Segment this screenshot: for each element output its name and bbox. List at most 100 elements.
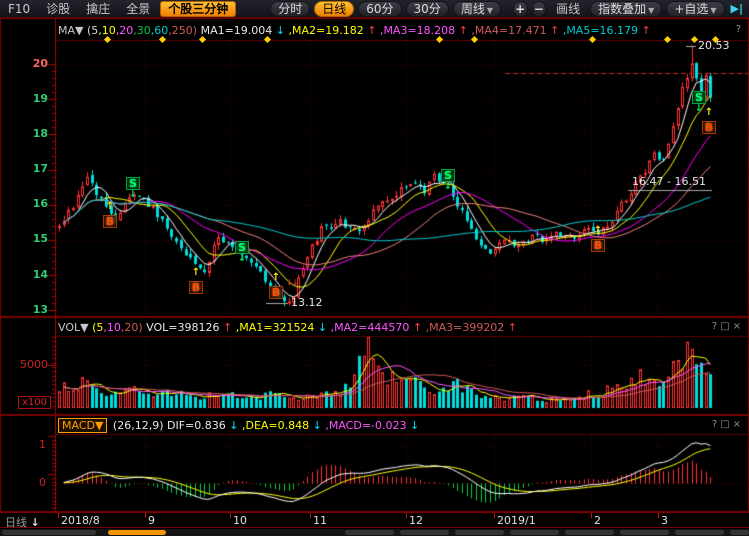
close-icon[interactable]: ×: [733, 321, 744, 332]
vol-indicator-header[interactable]: VOL▼ (5,10,20) VOL=398126 ↑ ,MA1=321524 …: [58, 321, 517, 335]
header-segment: ↓: [226, 419, 239, 432]
help-icon[interactable]: ?: [712, 419, 720, 430]
header-segment: DIF=0.836: [164, 419, 226, 432]
header-segment: ,MA3=18.208: [376, 24, 455, 37]
maximize-icon[interactable]: □: [720, 321, 732, 332]
date-tick: [310, 513, 311, 518]
macd-indicator-header[interactable]: MACD▼ (26,12,9) DIF=0.836 ↓ ,DEA=0.848 ↓…: [58, 419, 419, 433]
f10-button[interactable]: F10: [0, 2, 38, 16]
taskbar-block: [400, 530, 449, 535]
period-30min-button[interactable]: 30分: [406, 1, 449, 17]
help-icon[interactable]: ?: [712, 321, 720, 332]
stock-3min-button[interactable]: 个股三分钟: [160, 1, 236, 17]
taskbar-block: [730, 530, 749, 535]
maximize-icon[interactable]: □: [720, 419, 732, 430]
arrow-down-icon: ↓: [233, 254, 251, 264]
price-axis-label: 15: [14, 232, 48, 245]
price-axis-label: 17: [14, 162, 48, 175]
macd-axis-label: 0: [34, 476, 46, 489]
add-watchlist-button[interactable]: +自选▼: [666, 1, 724, 17]
main-price-chart[interactable]: [0, 18, 749, 317]
date-label: 2018/8: [61, 514, 100, 527]
period-indicator-label: 日线: [5, 516, 27, 529]
period-weekly-label: 周线: [461, 2, 485, 16]
header-segment: ↓: [407, 419, 420, 432]
header-segment: VOL=398126: [143, 321, 220, 334]
header-segment: ↑: [220, 321, 233, 334]
sell-marker: S↓: [233, 238, 251, 264]
arrow-up-icon: ↑: [187, 268, 205, 278]
period-daily-button[interactable]: 日线: [314, 1, 354, 17]
sell-marker: S↓: [124, 174, 142, 200]
top-toolbar: F10 诊股 擒庄 全景 个股三分钟 分时 日线 60分 30分 周线▼ + −…: [0, 0, 749, 18]
period-weekly-button[interactable]: 周线▼: [453, 1, 501, 17]
taskbar-block: [455, 530, 504, 535]
marker-letter: B: [702, 121, 716, 134]
taskbar-block: [675, 530, 724, 535]
price-axis-label: 20: [14, 57, 48, 70]
date-label: 9: [148, 514, 155, 527]
header-segment: ↓: [314, 321, 327, 334]
vol-pane-icons: ?□×: [712, 321, 744, 332]
chevron-down-icon: ▼: [710, 6, 716, 15]
sell-marker: S↓: [439, 166, 457, 192]
date-label: 11: [313, 514, 327, 527]
header-segment: ↑: [455, 24, 468, 37]
taskbar-block: [510, 530, 559, 535]
date-label: 10: [233, 514, 247, 527]
date-label: 3: [661, 514, 668, 527]
header-segment: ,20: [116, 24, 134, 37]
volume-unit-badge: x100: [18, 396, 51, 409]
zoom-in-button[interactable]: +: [513, 1, 528, 17]
draw-line-button[interactable]: 画线: [548, 0, 588, 17]
buy-marker: ↑B: [101, 202, 119, 228]
arrow-up-icon: ↑: [700, 108, 718, 118]
header-segment: ,DEA=0.848: [238, 419, 309, 432]
date-tick: [406, 513, 407, 518]
date-tick: [145, 513, 146, 518]
stock-chart-window: F10 诊股 擒庄 全景 个股三分钟 分时 日线 60分 30分 周线▼ + −…: [0, 0, 749, 536]
main-pane-icons: ?: [736, 24, 744, 35]
header-segment: ,MA2=19.182: [285, 24, 364, 37]
period-60min-button[interactable]: 60分: [358, 1, 401, 17]
header-segment: ,20): [121, 321, 143, 334]
header-segment: MA▼: [58, 24, 87, 37]
buy-marker: ↑B: [267, 273, 285, 299]
arrow-down-icon: ↓: [439, 182, 457, 192]
header-segment: ,60: [151, 24, 169, 37]
diagnose-button[interactable]: 诊股: [38, 0, 78, 17]
zoom-out-button[interactable]: −: [532, 1, 547, 17]
date-tick: [494, 513, 495, 518]
date-label: 2: [594, 514, 601, 527]
period-fenshi-button[interactable]: 分时: [270, 1, 310, 17]
arrow-up-icon: ↑: [267, 273, 285, 283]
period-indicator[interactable]: 日线 ↓: [5, 514, 40, 530]
header-segment: VOL▼: [58, 321, 92, 334]
macd-axis-label: 1: [34, 438, 46, 451]
header-segment: ,MA1=321524: [232, 321, 314, 334]
help-icon[interactable]: ?: [736, 24, 744, 35]
add-watchlist-label: +自选: [674, 2, 708, 16]
low-price-annotation: 13.12: [291, 296, 323, 309]
ma-indicator-header[interactable]: MA▼ (5,10,20,30,60,250) MA1=19.004 ↓ ,MA…: [58, 24, 651, 38]
bottom-taskbar-strip: [0, 529, 749, 536]
qinzhuang-button[interactable]: 擒庄: [78, 0, 118, 17]
panorama-button[interactable]: 全景: [118, 0, 158, 17]
date-tick: [230, 513, 231, 518]
header-segment: ↑: [504, 321, 517, 334]
volume-axis-label: 5000: [14, 358, 48, 371]
chevron-down-icon: ▼: [487, 6, 493, 15]
taskbar-block-active: [108, 530, 166, 535]
price-axis-label: 14: [14, 268, 48, 281]
date-tick: [58, 513, 59, 518]
header-segment: ↓: [309, 419, 322, 432]
taskbar-block: [565, 530, 614, 535]
taskbar-block: [2, 530, 96, 535]
collapse-panel-icon[interactable]: ▶|: [731, 2, 743, 15]
header-segment: (5: [87, 24, 98, 37]
index-overlay-button[interactable]: 指数叠加▼: [590, 1, 662, 17]
taskbar-block: [345, 530, 394, 535]
price-axis-label: 16: [14, 197, 48, 210]
close-icon[interactable]: ×: [733, 419, 744, 430]
buy-marker: ↑B: [187, 268, 205, 294]
